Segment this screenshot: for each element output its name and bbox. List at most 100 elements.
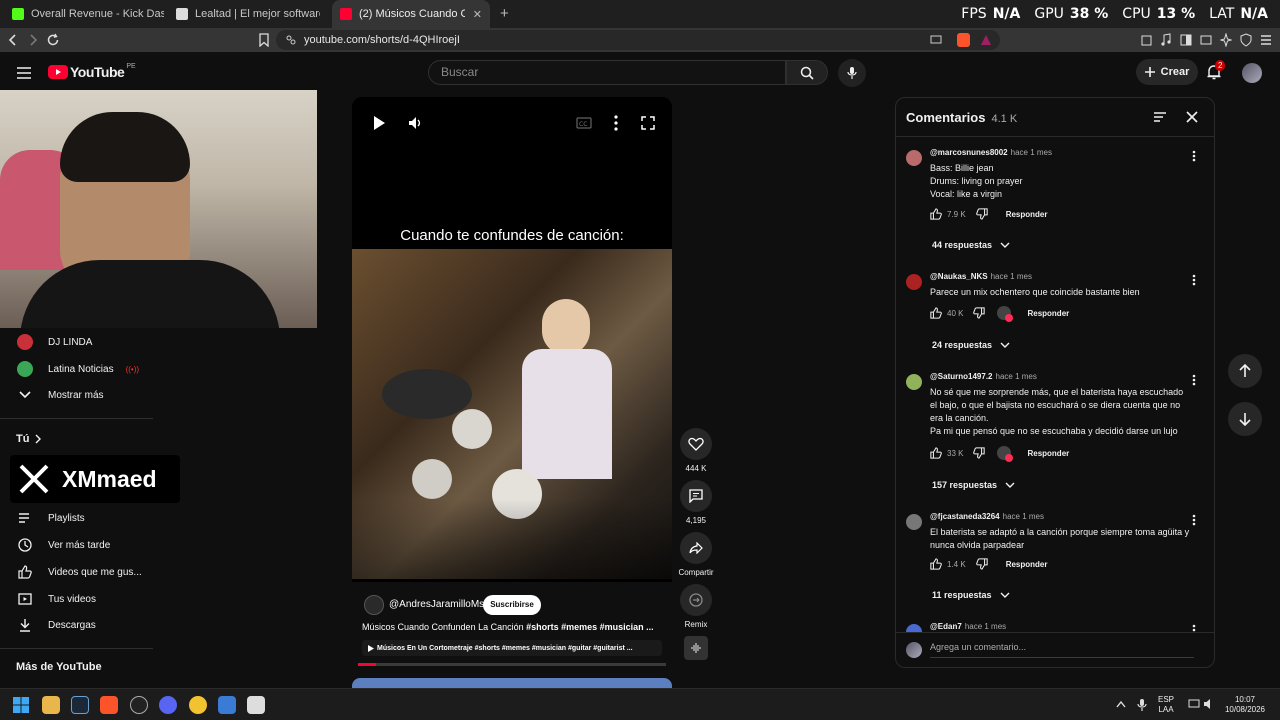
sidebar-item-liked-videos[interactable]: Videos que me gus... [16,561,142,583]
calculator-icon[interactable] [218,696,236,714]
commenter-avatar[interactable] [906,374,922,390]
subscribe-button[interactable]: Suscribirse [483,595,541,615]
back-icon[interactable] [8,34,18,46]
browser-tab-active[interactable]: (2) Músicos Cuando Confunden ✕ [332,0,490,28]
view-replies-button[interactable]: 11 respuestas [932,590,1010,600]
bookmark-icon[interactable] [259,33,269,47]
show-more-button[interactable]: Mostrar más [16,384,104,406]
playlist-link[interactable]: Músicos En Un Cortometraje #shorts #meme… [362,640,662,656]
steam-icon[interactable] [71,696,89,714]
language-indicator[interactable]: ESP LAA [1158,695,1174,715]
more-options-icon[interactable] [614,115,618,131]
reply-button[interactable]: Responder [1027,449,1069,458]
view-replies-button[interactable]: 24 respuestas [932,340,1010,350]
sidebar-item-playlists[interactable]: Playlists [16,507,85,529]
sidebar-item-watch-later[interactable]: Ver más tarde [16,534,110,556]
commenter-handle[interactable]: @Saturno1497.2 [930,372,993,381]
sidebar-item-downloads[interactable]: Descargas [16,614,96,636]
fullscreen-icon[interactable] [641,116,655,130]
sort-icon[interactable] [1153,111,1167,123]
comments-button[interactable] [680,480,712,512]
thumb-down-icon[interactable] [975,208,988,220]
menu-icon[interactable] [1260,34,1272,46]
add-comment-input[interactable]: Agrega un comentario... [930,642,1194,658]
sidebar-sub-dj-linda[interactable]: DJ LINDA [16,331,92,353]
commenter-avatar[interactable] [906,150,922,166]
volume-icon[interactable] [407,115,423,131]
music-icon[interactable] [1160,33,1172,47]
screen-cast-icon[interactable] [930,34,942,46]
sidebar-item-your-videos[interactable]: Tus videos [16,588,96,610]
commenter-avatar[interactable] [906,514,922,530]
brave-shields-icon[interactable] [957,33,970,47]
view-replies-button[interactable]: 44 respuestas [932,240,1010,250]
address-bar[interactable]: youtube.com/shorts/d-4QHIroejI [276,30,1000,50]
thumb-down-icon[interactable] [973,447,986,459]
share-button[interactable] [680,532,712,564]
create-button[interactable]: Crear [1136,59,1198,85]
thumb-down-icon[interactable] [975,558,988,570]
speaker-icon[interactable] [1203,698,1215,710]
thumb-up-icon[interactable] [930,208,942,220]
reload-icon[interactable] [46,33,60,47]
close-icon[interactable] [1186,111,1198,123]
next-short-button[interactable] [1228,402,1262,436]
comment-menu-icon[interactable] [1192,624,1196,632]
windows-start-icon[interactable] [13,697,29,713]
view-replies-button[interactable]: 157 respuestas [932,480,1015,490]
comment-menu-icon[interactable] [1192,374,1196,386]
voice-search-button[interactable] [838,59,866,87]
search-button[interactable] [786,60,828,85]
like-button[interactable] [680,428,712,460]
reply-button[interactable]: Responder [1006,560,1048,569]
site-info-icon[interactable] [286,35,296,45]
discord-icon[interactable] [159,696,177,714]
youtube-logo[interactable]: YouTube PE [48,63,136,80]
extensions-icon[interactable] [1141,33,1153,47]
commenter-handle[interactable]: @marcosnunes8002 [930,148,1008,157]
chevron-up-icon[interactable] [1116,700,1126,708]
brave-browser-icon[interactable] [100,696,118,714]
microphone-icon[interactable] [1137,698,1147,712]
app-icon[interactable] [130,696,148,714]
comment-menu-icon[interactable] [1192,514,1196,526]
file-explorer-icon[interactable] [42,696,60,714]
browser-tab[interactable]: Overall Revenue - Kick Dashboard [4,0,164,28]
channel-handle[interactable]: @AndresJaramilloMs [389,599,484,610]
commenter-avatar[interactable] [906,624,922,632]
app-icon[interactable] [247,696,265,714]
notifications-button[interactable]: 2 [1206,60,1226,80]
short-hashtags[interactable]: #shorts #memes #musician ... [526,622,654,632]
captions-icon[interactable]: CC [576,117,592,129]
reply-button[interactable]: Responder [1006,210,1048,219]
thumb-down-icon[interactable] [973,307,986,319]
brave-rewards-icon[interactable] [980,34,992,46]
sound-button[interactable] [684,636,708,660]
comment-menu-icon[interactable] [1192,150,1196,162]
commenter-handle[interactable]: @Naukas_NKS [930,272,988,281]
commenter-handle[interactable]: @fjcastaneda3264 [930,512,1000,521]
leo-ai-icon[interactable] [1220,33,1232,47]
thumb-up-icon[interactable] [930,307,942,319]
shorts-player[interactable]: CC Cuando te confundes de canción: [352,97,672,582]
wallet-icon[interactable] [1200,33,1212,47]
hamburger-menu-icon[interactable] [16,66,32,80]
remix-button[interactable] [680,584,712,616]
previous-short-button[interactable] [1228,354,1262,388]
commenter-avatar[interactable] [906,274,922,290]
browser-tab[interactable]: Lealtad | El mejor software para pote [168,0,328,28]
app-icon[interactable] [189,696,207,714]
reply-button[interactable]: Responder [1027,309,1069,318]
play-icon[interactable] [372,115,386,131]
channel-avatar[interactable] [364,595,384,615]
forward-icon[interactable] [28,34,38,46]
progress-bar[interactable] [358,663,666,666]
comment-menu-icon[interactable] [1192,274,1196,286]
thumb-up-icon[interactable] [930,558,942,570]
avatar[interactable] [1242,63,1262,83]
network-icon[interactable] [1188,698,1200,710]
sidebar-sub-latina-noticias[interactable]: Latina Noticias ((•)) [16,358,139,380]
sidebar-toggle-icon[interactable] [1180,33,1192,47]
you-section-header[interactable]: Tú [16,433,42,445]
commenter-handle[interactable]: @Edan7 [930,622,962,631]
